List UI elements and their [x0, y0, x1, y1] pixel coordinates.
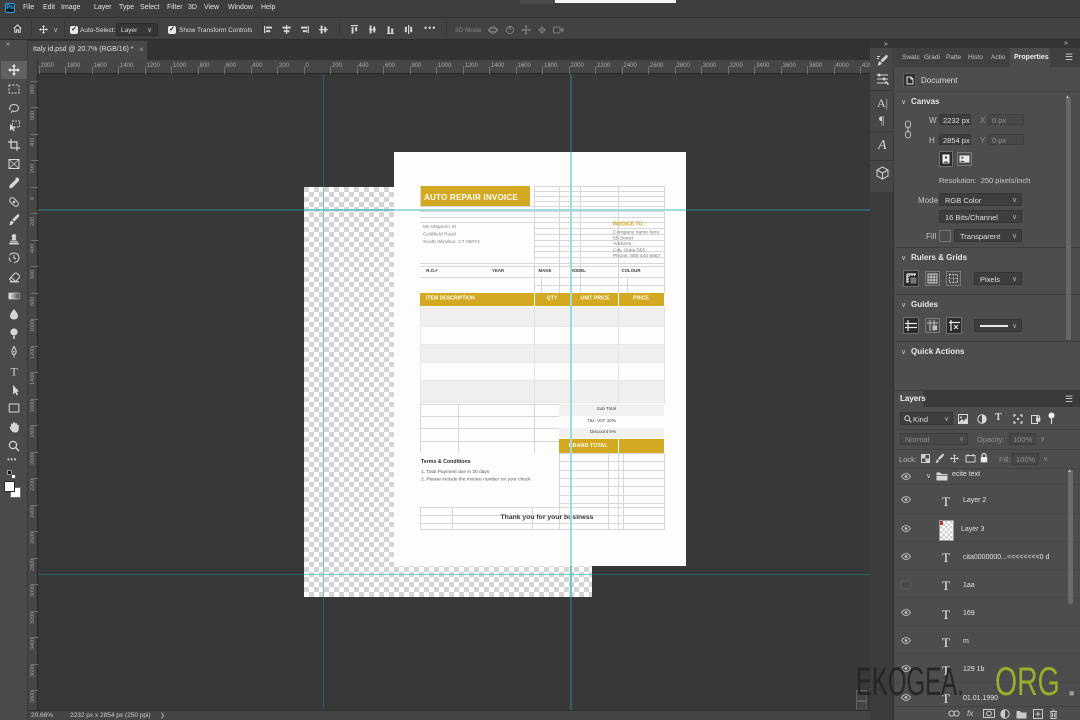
svg-text:T: T: [10, 365, 18, 377]
